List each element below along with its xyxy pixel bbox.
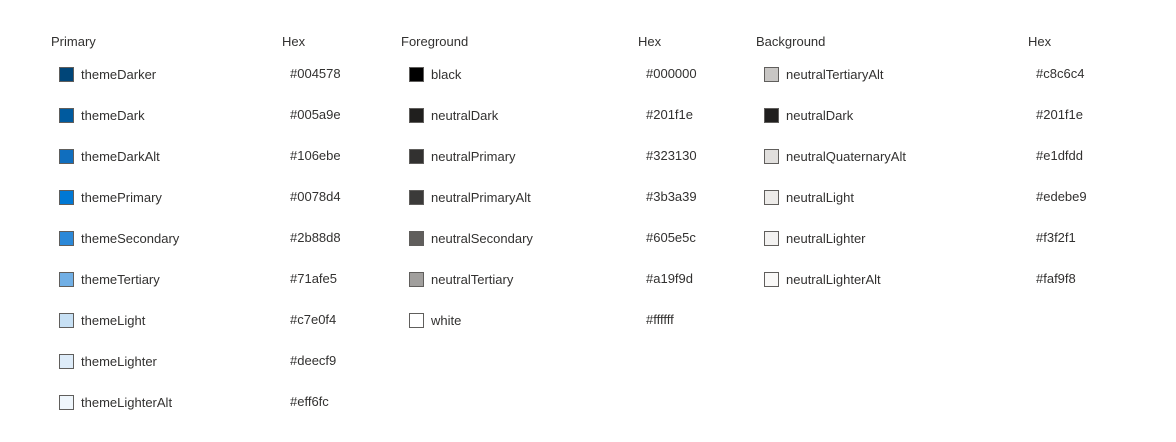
palette-row: themeLighter [59,351,157,371]
color-swatch [59,189,74,205]
color-name: neutralSecondary [431,230,533,246]
palette-row: themeDark [59,105,145,125]
palette-row: themeSecondary [59,228,179,248]
palette-row: neutralLighterAlt [764,269,881,289]
color-swatch [764,189,779,205]
palette-row: themePrimary [59,187,162,207]
palette-row: neutralLight [764,187,854,207]
color-name: themeLighter [81,353,157,369]
color-hex-value: #edebe9 [1036,189,1087,204]
color-swatch [409,148,424,164]
color-name: neutralPrimaryAlt [431,189,531,205]
color-name: themeTertiary [81,271,160,287]
palette-row: themeDarker [59,64,156,84]
color-name: themeLight [81,312,146,328]
color-swatch [764,271,779,287]
palette-row: themeLight [59,310,145,330]
column-header-hex: Hex [638,34,662,49]
color-name: neutralTertiaryAlt [786,66,884,82]
color-hex-value: #201f1e [646,107,693,122]
color-swatch [59,148,74,164]
color-name: themeDarkAlt [81,148,160,164]
column-header-name: Primary [51,34,96,49]
color-hex-value: #323130 [646,148,697,163]
palette-row: neutralQuaternaryAlt [764,146,906,166]
color-swatch [59,394,74,410]
color-swatch [764,66,779,82]
color-swatch [764,230,779,246]
color-hex-value: #c8c6c4 [1036,66,1085,81]
color-name: neutralLighter [786,230,866,246]
color-name: themeSecondary [81,230,180,246]
color-name: white [431,312,462,328]
color-hex-value: #605e5c [646,230,696,245]
color-name: themeDark [81,107,145,123]
palette-row: black [409,64,461,84]
color-hex-value: #e1dfdd [1036,148,1083,163]
color-swatch [59,107,74,123]
color-swatch [409,230,424,246]
color-name: neutralDark [431,107,499,123]
color-hex-value: #004578 [290,66,341,81]
color-name: neutralQuaternaryAlt [786,148,906,164]
color-name: themeLighterAlt [81,394,173,410]
color-name: neutralLighterAlt [786,271,881,287]
color-swatch [409,107,424,123]
color-hex-value: #2b88d8 [290,230,341,245]
color-swatch [59,271,74,287]
color-name: themePrimary [81,189,162,205]
color-hex-value: #106ebe [290,148,341,163]
column-header-hex: Hex [1028,34,1052,49]
palette-row: themeLighterAlt [59,392,172,412]
color-swatch [409,312,424,328]
color-hex-value: #201f1e [1036,107,1083,122]
color-swatch [409,66,424,82]
palette-row: neutralPrimaryAlt [409,187,531,207]
color-hex-value: #3b3a39 [646,189,697,204]
palette-row: white [409,310,461,330]
color-hex-value: #0078d4 [290,189,341,204]
color-swatch [409,189,424,205]
palette-row: neutralPrimary [409,146,516,166]
color-swatch [59,312,74,328]
color-name: black [431,66,462,82]
palette-row: neutralSecondary [409,228,533,248]
palette-row: themeDarkAlt [59,146,160,166]
color-swatch [764,107,779,123]
color-hex-value: #c7e0f4 [290,312,337,327]
column-header-name: Foreground [401,34,469,49]
palette-row: neutralTertiary [409,269,513,289]
color-hex-value: #71afe5 [290,271,337,286]
color-swatch [409,271,424,287]
color-name: neutralLight [786,189,854,205]
color-name: neutralTertiary [431,271,514,287]
color-name: neutralDark [786,107,854,123]
column-header-hex: Hex [282,34,306,49]
color-hex-value: #f3f2f1 [1036,230,1076,245]
color-swatch [59,66,74,82]
palette-row: neutralDark [409,105,498,125]
color-swatch [59,230,74,246]
palette-row: themeTertiary [59,269,160,289]
color-swatch [59,353,74,369]
palette-row: neutralDark [764,105,853,125]
color-hex-value: #ffffff [646,312,674,327]
color-hex-value: #deecf9 [290,353,337,368]
color-hex-value: #000000 [646,66,697,81]
color-name: themeDarker [81,66,157,82]
color-swatch [764,148,779,164]
color-hex-value: #a19f9d [646,271,693,286]
color-name: neutralPrimary [431,148,516,164]
color-hex-value: #faf9f8 [1036,271,1076,286]
palette-row: neutralTertiaryAlt [764,64,884,84]
color-hex-value: #eff6fc [290,394,329,409]
color-hex-value: #005a9e [290,107,341,122]
palette-row: neutralLighter [764,228,866,248]
column-header-name: Background [756,34,826,49]
